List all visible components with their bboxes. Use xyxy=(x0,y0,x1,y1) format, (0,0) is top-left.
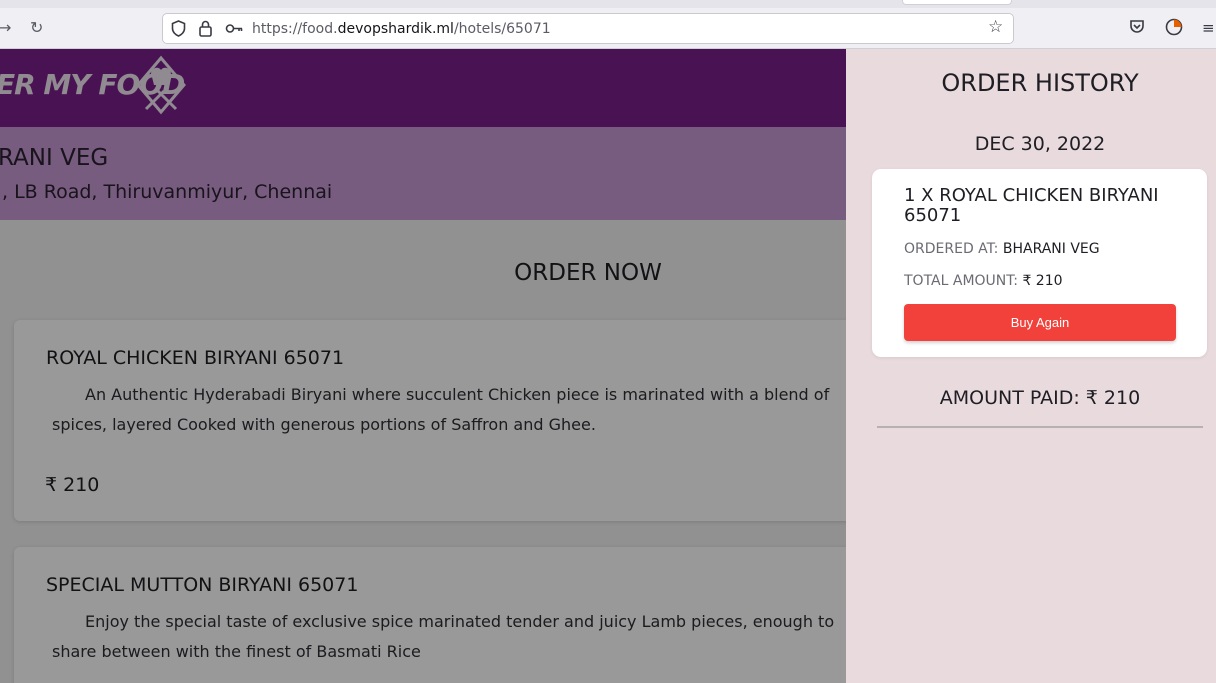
bookmark-star-icon[interactable]: ☆ xyxy=(988,18,1003,36)
url-domain: devopshardik.ml xyxy=(337,21,454,37)
order-history-title: ORDER HISTORY xyxy=(941,69,1139,97)
page-viewport: ER MY FOOD RANI VEG , LB Road, Thiruvanm… xyxy=(0,49,1216,683)
tab-strip xyxy=(0,0,1216,8)
forward-arrow-icon[interactable]: → xyxy=(0,18,11,38)
ordered-at-label: ORDERED AT: xyxy=(904,241,999,257)
url-scheme: https://food. xyxy=(252,21,338,37)
browser-toolbar: → ↻ https://food.devopshardik.ml/hotels/… xyxy=(0,0,1216,49)
order-history-drawer: ORDER HISTORY DEC 30, 2022 1 X ROYAL CHI… xyxy=(846,49,1216,683)
buy-again-button[interactable]: Buy Again xyxy=(904,304,1176,341)
total-amount-label: TOTAL AMOUNT: xyxy=(904,273,1018,289)
ordered-at-value: BHARANI VEG xyxy=(1002,241,1100,257)
key-icon[interactable] xyxy=(225,20,243,42)
ordered-at-row: ORDERED AT: BHARANI VEG xyxy=(904,241,1100,257)
amount-paid: AMOUNT PAID: ₹ 210 xyxy=(939,387,1141,409)
backdrop-overlay[interactable] xyxy=(0,49,846,683)
extension-icon[interactable] xyxy=(1165,18,1183,41)
pocket-icon[interactable] xyxy=(1129,18,1145,39)
total-amount-value: ₹ 210 xyxy=(1022,273,1063,289)
reload-icon[interactable]: ↻ xyxy=(30,18,43,38)
browser-tab[interactable] xyxy=(902,0,1012,5)
shield-icon[interactable] xyxy=(171,20,186,42)
order-card: 1 X ROYAL CHICKEN BIRYANI 65071 ORDERED … xyxy=(872,169,1207,357)
order-date: DEC 30, 2022 xyxy=(974,133,1106,155)
address-bar[interactable]: https://food.devopshardik.ml/hotels/6507… xyxy=(162,13,1014,44)
menu-hamburger-icon[interactable]: ≡ xyxy=(1202,18,1215,38)
url-path: /hotels/65071 xyxy=(453,21,551,37)
total-amount-row: TOTAL AMOUNT: ₹ 210 xyxy=(904,273,1063,289)
lock-icon[interactable] xyxy=(199,20,212,42)
divider xyxy=(877,426,1203,428)
url-text[interactable]: https://food.devopshardik.ml/hotels/6507… xyxy=(252,20,551,38)
order-item-title: 1 X ROYAL CHICKEN BIRYANI 65071 xyxy=(904,185,1159,226)
